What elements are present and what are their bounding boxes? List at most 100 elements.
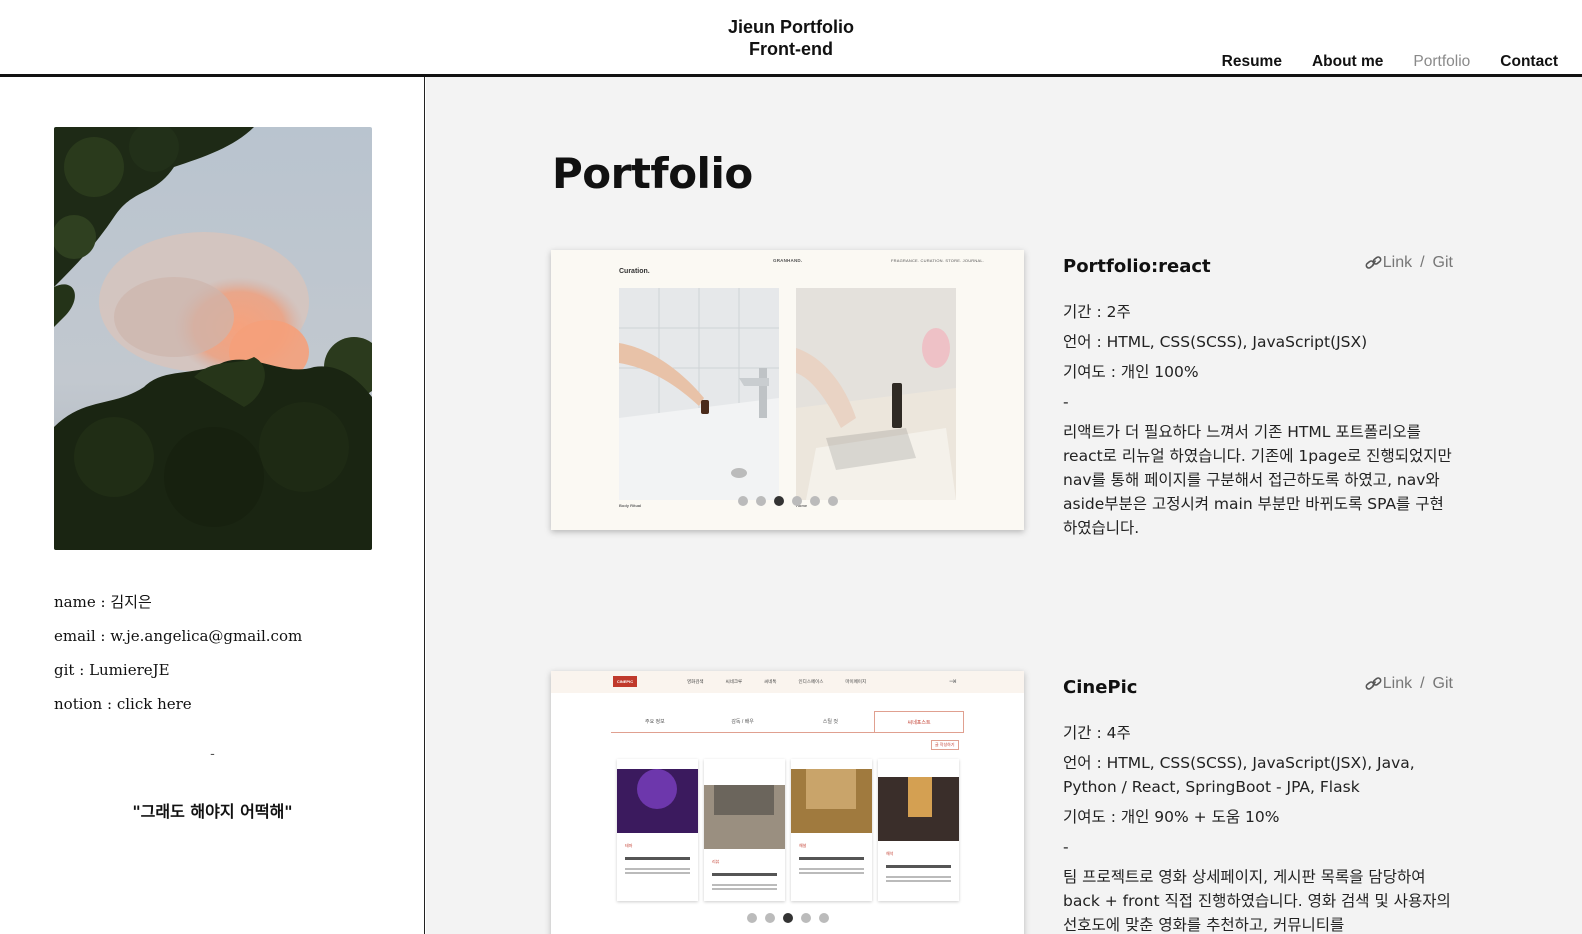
preview-logo: GRANHAND. <box>773 258 803 263</box>
portfolio-main: Portfolio Curation. GRANHAND. FRAGRANCE.… <box>426 77 1582 934</box>
slide-dot-active[interactable] <box>773 496 784 506</box>
project-link-label: Link <box>1382 675 1413 692</box>
info-separator: : <box>79 661 89 679</box>
slide-dot[interactable] <box>746 913 757 923</box>
info-git-link[interactable]: LumiereJE <box>89 661 170 679</box>
project-summary: 리액트가 더 필요하다 느껴서 기존 HTML 포트폴리오를 react로 리뉴… <box>1063 423 1452 537</box>
project-contribution: 기여도 : 개인 90% + 도움 10% <box>1063 808 1280 826</box>
info-separator: : <box>100 627 110 645</box>
slide-dot[interactable] <box>827 496 838 506</box>
preview-menu: 영화검색 씨네크루 씨네톡 인디스페이스 마이페이지 <box>687 679 866 685</box>
profile-sidebar: name : 김지은 email : w.je.angelica@gmail.c… <box>0 77 425 934</box>
slide-dot[interactable] <box>737 496 748 506</box>
project-contribution: 기여도 : 개인 100% <box>1063 363 1199 381</box>
project-link[interactable]: Link <box>1365 254 1412 272</box>
slide-dot-active[interactable] <box>782 913 793 923</box>
project-period: 기간 : 2주 <box>1063 303 1131 321</box>
nav-about-me[interactable]: About me <box>1312 53 1383 71</box>
preview-card-tag: 해석 <box>886 851 894 856</box>
profile-photo <box>54 127 372 550</box>
preview-tab: 주요 정보 <box>644 719 665 725</box>
preview-heading: Curation. <box>619 268 650 275</box>
project-git-link[interactable]: Git <box>1433 675 1453 693</box>
info-separator: : <box>107 695 117 713</box>
info-separator-char: : <box>100 627 106 645</box>
info-git-key: git <box>54 661 75 679</box>
project-screenshot[interactable]: Curation. GRANHAND. FRAGRANCE. CURATION.… <box>551 250 1024 530</box>
info-separator-char: : <box>100 593 106 611</box>
project-screenshot[interactable]: CINEPIC 영화검색 씨네크루 씨네톡 인디스페이스 마이페이지 ⇥ 주요 … <box>551 671 1024 934</box>
preview-menu-item: 마이페이지 <box>845 679 867 684</box>
info-name-value: 김지은 <box>110 593 152 611</box>
project-language: 언어 : HTML, CSS(SCSS), JavaScript(JSX) <box>1063 333 1368 351</box>
project-git-link[interactable]: Git <box>1433 254 1453 272</box>
project-links: Link / Git <box>1365 254 1453 272</box>
preview-card-tag: 해설 <box>799 843 807 848</box>
nav-portfolio[interactable]: Portfolio <box>1413 53 1470 71</box>
preview-card: 리뷰 <box>704 759 785 901</box>
link-icon <box>1365 256 1382 269</box>
info-name: name : 김지은 <box>54 592 302 626</box>
info-notion-link[interactable]: click here <box>117 695 192 713</box>
preview-image-left <box>619 288 779 500</box>
project-period: 기간 : 4주 <box>1063 724 1131 742</box>
project-description: 기간 : 4주 언어 : HTML, CSS(SCSS), JavaScript… <box>1063 721 1453 934</box>
link-separator: / <box>1420 675 1425 692</box>
motto-quote: "그래도 해야지 어떡해" <box>132 802 293 821</box>
slide-indicator <box>551 913 1024 923</box>
preview-tab-active: 씨네포스트 <box>874 711 964 732</box>
slide-dot[interactable] <box>809 496 820 506</box>
slide-dot[interactable] <box>818 913 829 923</box>
preview-menu-item: 인디스페이스 <box>798 679 824 684</box>
info-email-value: w.je.angelica@gmail.com <box>110 627 303 645</box>
preview-menu: FRAGRANCE. CURATION. STORE. JOURNAL. <box>891 258 985 263</box>
info-separator-char: : <box>79 661 85 679</box>
link-icon <box>1365 677 1382 690</box>
info-notion: notion : click here <box>54 694 302 728</box>
project-title: Portfolio:react <box>1063 256 1211 277</box>
info-separator: : <box>101 593 111 611</box>
preview-logo: CINEPIC <box>613 676 637 687</box>
project-link-label: Link <box>1382 254 1413 271</box>
project-title: CinePic <box>1063 677 1138 698</box>
info-git: git : LumiereJE <box>54 660 302 694</box>
preview-card: 테마 <box>617 759 698 901</box>
info-notion-key: notion <box>54 695 103 713</box>
preview-card-tag: 테마 <box>625 843 633 848</box>
nav-contact[interactable]: Contact <box>1500 53 1558 71</box>
preview-write-button: 글 작성하기 <box>931 740 959 750</box>
page-title: Portfolio <box>552 149 753 198</box>
logout-icon: ⇥ <box>949 676 957 686</box>
info-separator-char: : <box>107 695 113 713</box>
slide-indicator <box>551 496 1024 506</box>
preview-tab: 스틸 컷 <box>822 719 838 725</box>
project-card: CINEPIC 영화검색 씨네크루 씨네톡 인디스페이스 마이페이지 ⇥ 주요 … <box>551 671 1453 934</box>
slide-dot[interactable] <box>800 913 811 923</box>
project-divider: - <box>1063 393 1069 411</box>
preview-menu-item: 영화검색 <box>687 679 704 684</box>
project-divider: - <box>1063 838 1069 856</box>
nav-resume[interactable]: Resume <box>1222 53 1282 71</box>
preview-card: 해설 <box>791 759 872 901</box>
info-email-key: email <box>54 627 96 645</box>
slide-dot[interactable] <box>755 496 766 506</box>
preview-card: 해석 <box>878 759 959 901</box>
preview-tab: 감독 / 배우 <box>731 719 754 725</box>
project-card: Curation. GRANHAND. FRAGRANCE. CURATION.… <box>551 250 1453 550</box>
slide-dot[interactable] <box>764 913 775 923</box>
slide-dot[interactable] <box>791 496 802 506</box>
preview-menu-item: 씨네톡 <box>764 679 777 684</box>
info-name-key: name <box>54 593 96 611</box>
brand-name: Jieun Portfolio <box>728 17 854 37</box>
info-email: email : w.je.angelica@gmail.com <box>54 626 302 660</box>
link-separator: / <box>1420 254 1425 271</box>
preview-card-tag: 리뷰 <box>712 859 720 864</box>
preview-image-right <box>796 288 956 500</box>
project-summary: 팀 프로젝트로 영화 상세페이지, 게시판 목록을 담당하여 back + fr… <box>1063 868 1451 934</box>
main-nav: Resume About me Portfolio Contact <box>1222 53 1558 71</box>
project-link[interactable]: Link <box>1365 675 1412 693</box>
preview-tabs: 주요 정보 감독 / 배우 스틸 컷 씨네포스트 <box>611 711 964 733</box>
preview-cards: 테마 리뷰 해설 해석 <box>617 759 959 901</box>
sidebar-divider: - <box>210 745 215 761</box>
contact-info: name : 김지은 email : w.je.angelica@gmail.c… <box>54 592 302 728</box>
